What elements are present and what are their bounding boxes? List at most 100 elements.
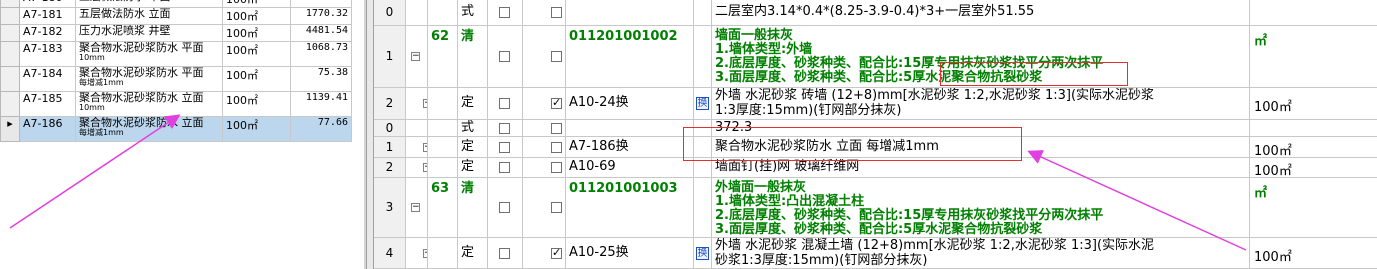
type-cell: 式	[458, 120, 488, 136]
grid-row[interactable]: 2− 定 A10-69 墙面钉(挂)网 玻璃纤维网 100㎡	[374, 158, 1377, 178]
row-indicator[interactable]	[0, 7, 20, 25]
checkbox-a[interactable]	[499, 123, 510, 134]
quota-row[interactable]: A7-185 聚合物水泥砂浆防水 立面 10mm 100㎡ 1139.41	[0, 91, 352, 117]
description-cell: 外墙 水泥砂浆 混凝土墙 (12+8)mm[水泥砂浆 1:2,水泥砂浆 1:3]…	[712, 238, 1250, 268]
unit-cell: 100㎡	[1250, 158, 1377, 177]
row-indicator[interactable]: ▸	[0, 116, 20, 142]
quota-row[interactable]: A7-182 压力水泥喷浆 井壁 100㎡ 4481.54	[0, 24, 352, 42]
checkbox-cell-a	[488, 137, 523, 157]
checkbox-b[interactable]	[551, 7, 562, 18]
description-line: 墙面一般抹灰	[715, 28, 794, 43]
unit-cell: 100㎡	[1250, 238, 1377, 268]
row-indicator[interactable]	[0, 66, 20, 92]
checkbox-b[interactable]	[551, 51, 562, 62]
tree-cell: −	[406, 88, 428, 119]
quota-name: 聚合物水泥砂浆防水 平面 每增减1mm	[75, 66, 223, 92]
grid-row[interactable]: 4− 定 A10-25换 换外墙 水泥砂浆 混凝土墙 (12+8)mm[水泥砂浆 1:…	[374, 238, 1377, 269]
collapse-toggle-icon[interactable]: −	[411, 52, 420, 61]
item-seq: 62	[431, 29, 450, 44]
quota-amount: 4481.54	[290, 24, 352, 42]
replace-icon[interactable]: 换	[696, 247, 709, 260]
unit-cell: 100㎡	[1250, 137, 1377, 157]
item-unit: ㎡	[1254, 186, 1268, 201]
checkbox-a[interactable]	[499, 7, 510, 18]
quota-name-text: 五层做法防水 平面	[79, 0, 171, 3]
checkbox-a[interactable]	[499, 248, 510, 259]
checkbox-a[interactable]	[499, 162, 510, 173]
grid-row[interactable]: 3 − 63 清 011201001003 外墙面一般抹灰 1.墙体类型:凸出混凝土柱 2.底…	[374, 178, 1377, 238]
row-number-cell: 2	[374, 158, 406, 177]
panel-splitter[interactable]	[366, 0, 374, 269]
row-indicator[interactable]	[0, 41, 20, 67]
row-indicator[interactable]	[0, 0, 20, 8]
icon-cell	[694, 26, 712, 87]
seq-cell	[428, 137, 458, 157]
description-line: 外墙 水泥砂浆 混凝土墙 (12+8)mm[水泥砂浆 1:2,水泥砂浆 1:3]…	[715, 238, 1155, 253]
quota-name: 五层做法防水 平面	[75, 0, 223, 8]
quota-unit: 100㎡	[222, 91, 291, 117]
checkbox-cell-b	[523, 137, 566, 157]
replace-icon[interactable]: 换	[696, 97, 709, 110]
description-cell: 外墙 水泥砂浆 砖墙 (12+8)mm[水泥砂浆 1:2,水泥砂浆 1:3](实…	[712, 88, 1250, 119]
type-cell: 式	[458, 0, 488, 25]
checkbox-b[interactable]	[551, 96, 562, 109]
row-number: 3	[385, 200, 394, 214]
code-cell: 011201001003	[566, 178, 694, 237]
description-cell: 二层室内3.14*0.4*(8.25-3.9-0.4)*3+一层室外51.55	[712, 0, 1250, 25]
checkbox-b[interactable]	[551, 202, 562, 213]
tree-cell: −	[406, 158, 428, 177]
description-line: 1.墙体类型:凸出混凝土柱	[715, 194, 865, 209]
checkbox-a[interactable]	[499, 142, 510, 153]
checkbox-b[interactable]	[551, 123, 562, 134]
quota-row[interactable]: A7-183 聚合物水泥砂浆防水 平面 10mm 100㎡ 1068.73	[0, 41, 352, 67]
item-unit: 100㎡	[1254, 100, 1292, 115]
quota-row[interactable]: A7-180五层做法防水 平面 100㎡1588.47	[0, 0, 352, 8]
quota-name: 聚合物水泥砂浆防水 平面 10mm	[75, 41, 223, 67]
quota-unit: 100㎡	[222, 66, 291, 92]
checkbox-a[interactable]	[499, 51, 510, 62]
description-line: 外墙 水泥砂浆 砖墙 (12+8)mm[水泥砂浆 1:2,水泥砂浆 1:3](实…	[715, 88, 1155, 103]
collapse-toggle-icon[interactable]: −	[411, 203, 420, 212]
checkbox-cell-b	[523, 88, 566, 119]
quota-name: 五层做法防水 立面	[75, 7, 223, 25]
checkbox-b[interactable]	[551, 142, 562, 153]
icon-cell: 换	[694, 238, 712, 268]
seq-cell	[428, 0, 458, 25]
row-indicator[interactable]	[0, 24, 20, 42]
seq-cell	[428, 238, 458, 268]
quota-code: A7-184	[19, 66, 76, 92]
checkbox-a[interactable]	[499, 202, 510, 213]
quota-amount: 1770.32	[290, 7, 352, 25]
item-type: 式	[461, 4, 475, 19]
tree-cell: −	[406, 137, 428, 157]
quota-row[interactable]: ▸ A7-186 聚合物水泥砂浆防水 立面 每增减1mm 100㎡ 77.66	[0, 116, 352, 142]
checkbox-b[interactable]	[551, 246, 562, 259]
quota-row[interactable]: A7-184 聚合物水泥砂浆防水 平面 每增减1mm 100㎡ 75.38	[0, 66, 352, 92]
code-cell: A7-186换	[566, 137, 694, 157]
quota-unit: 100㎡	[222, 116, 291, 142]
type-cell: 定	[458, 158, 488, 177]
code-cell: A10-25换	[566, 238, 694, 268]
quota-name-sub: 每增减1mm	[79, 78, 124, 87]
quota-row[interactable]: A7-181 五层做法防水 立面 100㎡ 1770.32	[0, 7, 352, 25]
quota-name-sub: 10mm	[79, 103, 105, 112]
seq-cell	[428, 88, 458, 119]
quota-name: 压力水泥喷浆 井壁	[75, 24, 223, 42]
grid-row[interactable]: 0 式 二层室内3.14*0.4*(8.25-3.9-0.4)*3+一层室外51.5…	[374, 0, 1377, 26]
item-type: 式	[461, 120, 475, 135]
unit-cell	[1250, 0, 1377, 25]
quota-amount: 1588.47	[290, 0, 352, 8]
annotation-box-lower	[683, 127, 1022, 161]
row-indicator[interactable]	[0, 91, 20, 117]
checkbox-a[interactable]	[499, 98, 510, 109]
checkbox-cell-b	[523, 26, 566, 87]
quota-amount: 1139.41	[290, 91, 352, 117]
grid-row[interactable]: 2− 定 A10-24换 换外墙 水泥砂浆 砖墙 (12+8)mm[水泥砂浆 1:2,…	[374, 88, 1377, 120]
grid-row[interactable]: 1−62 清 011201001002 墙面一般抹灰 1.墙体类型:外墙 2.底层厚度、砂…	[374, 26, 1377, 88]
item-unit: 100㎡	[1254, 144, 1292, 157]
row-number: 0	[385, 5, 394, 19]
tree-cell: −	[406, 178, 428, 237]
checkbox-b[interactable]	[551, 162, 562, 173]
quota-name-text: 五层做法防水 立面	[79, 7, 171, 20]
annotation-box-upper	[940, 62, 1128, 86]
